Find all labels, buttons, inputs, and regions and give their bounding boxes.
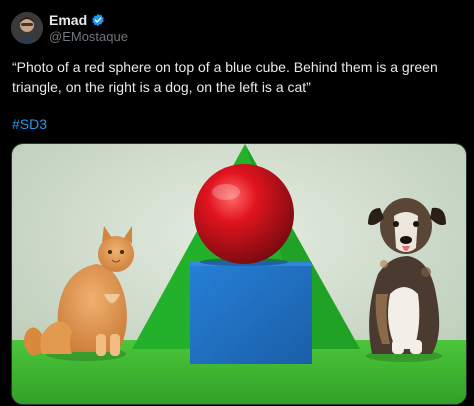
author-avatar[interactable] bbox=[11, 12, 43, 44]
verified-badge-icon bbox=[92, 13, 104, 27]
tweet-media-image[interactable] bbox=[11, 143, 467, 405]
red-sphere bbox=[194, 164, 294, 264]
blue-cube bbox=[190, 262, 312, 364]
hashtag-link[interactable]: #SD3 bbox=[12, 115, 47, 133]
author-name[interactable]: Emad bbox=[49, 11, 87, 29]
avatar-image bbox=[11, 12, 43, 44]
tweet-text: “Photo of a red sphere on top of a blue … bbox=[12, 59, 438, 95]
media-illustration bbox=[12, 144, 466, 404]
author-name-row[interactable]: Emad bbox=[49, 11, 105, 29]
author-handle[interactable]: @EMostaque bbox=[49, 29, 128, 45]
